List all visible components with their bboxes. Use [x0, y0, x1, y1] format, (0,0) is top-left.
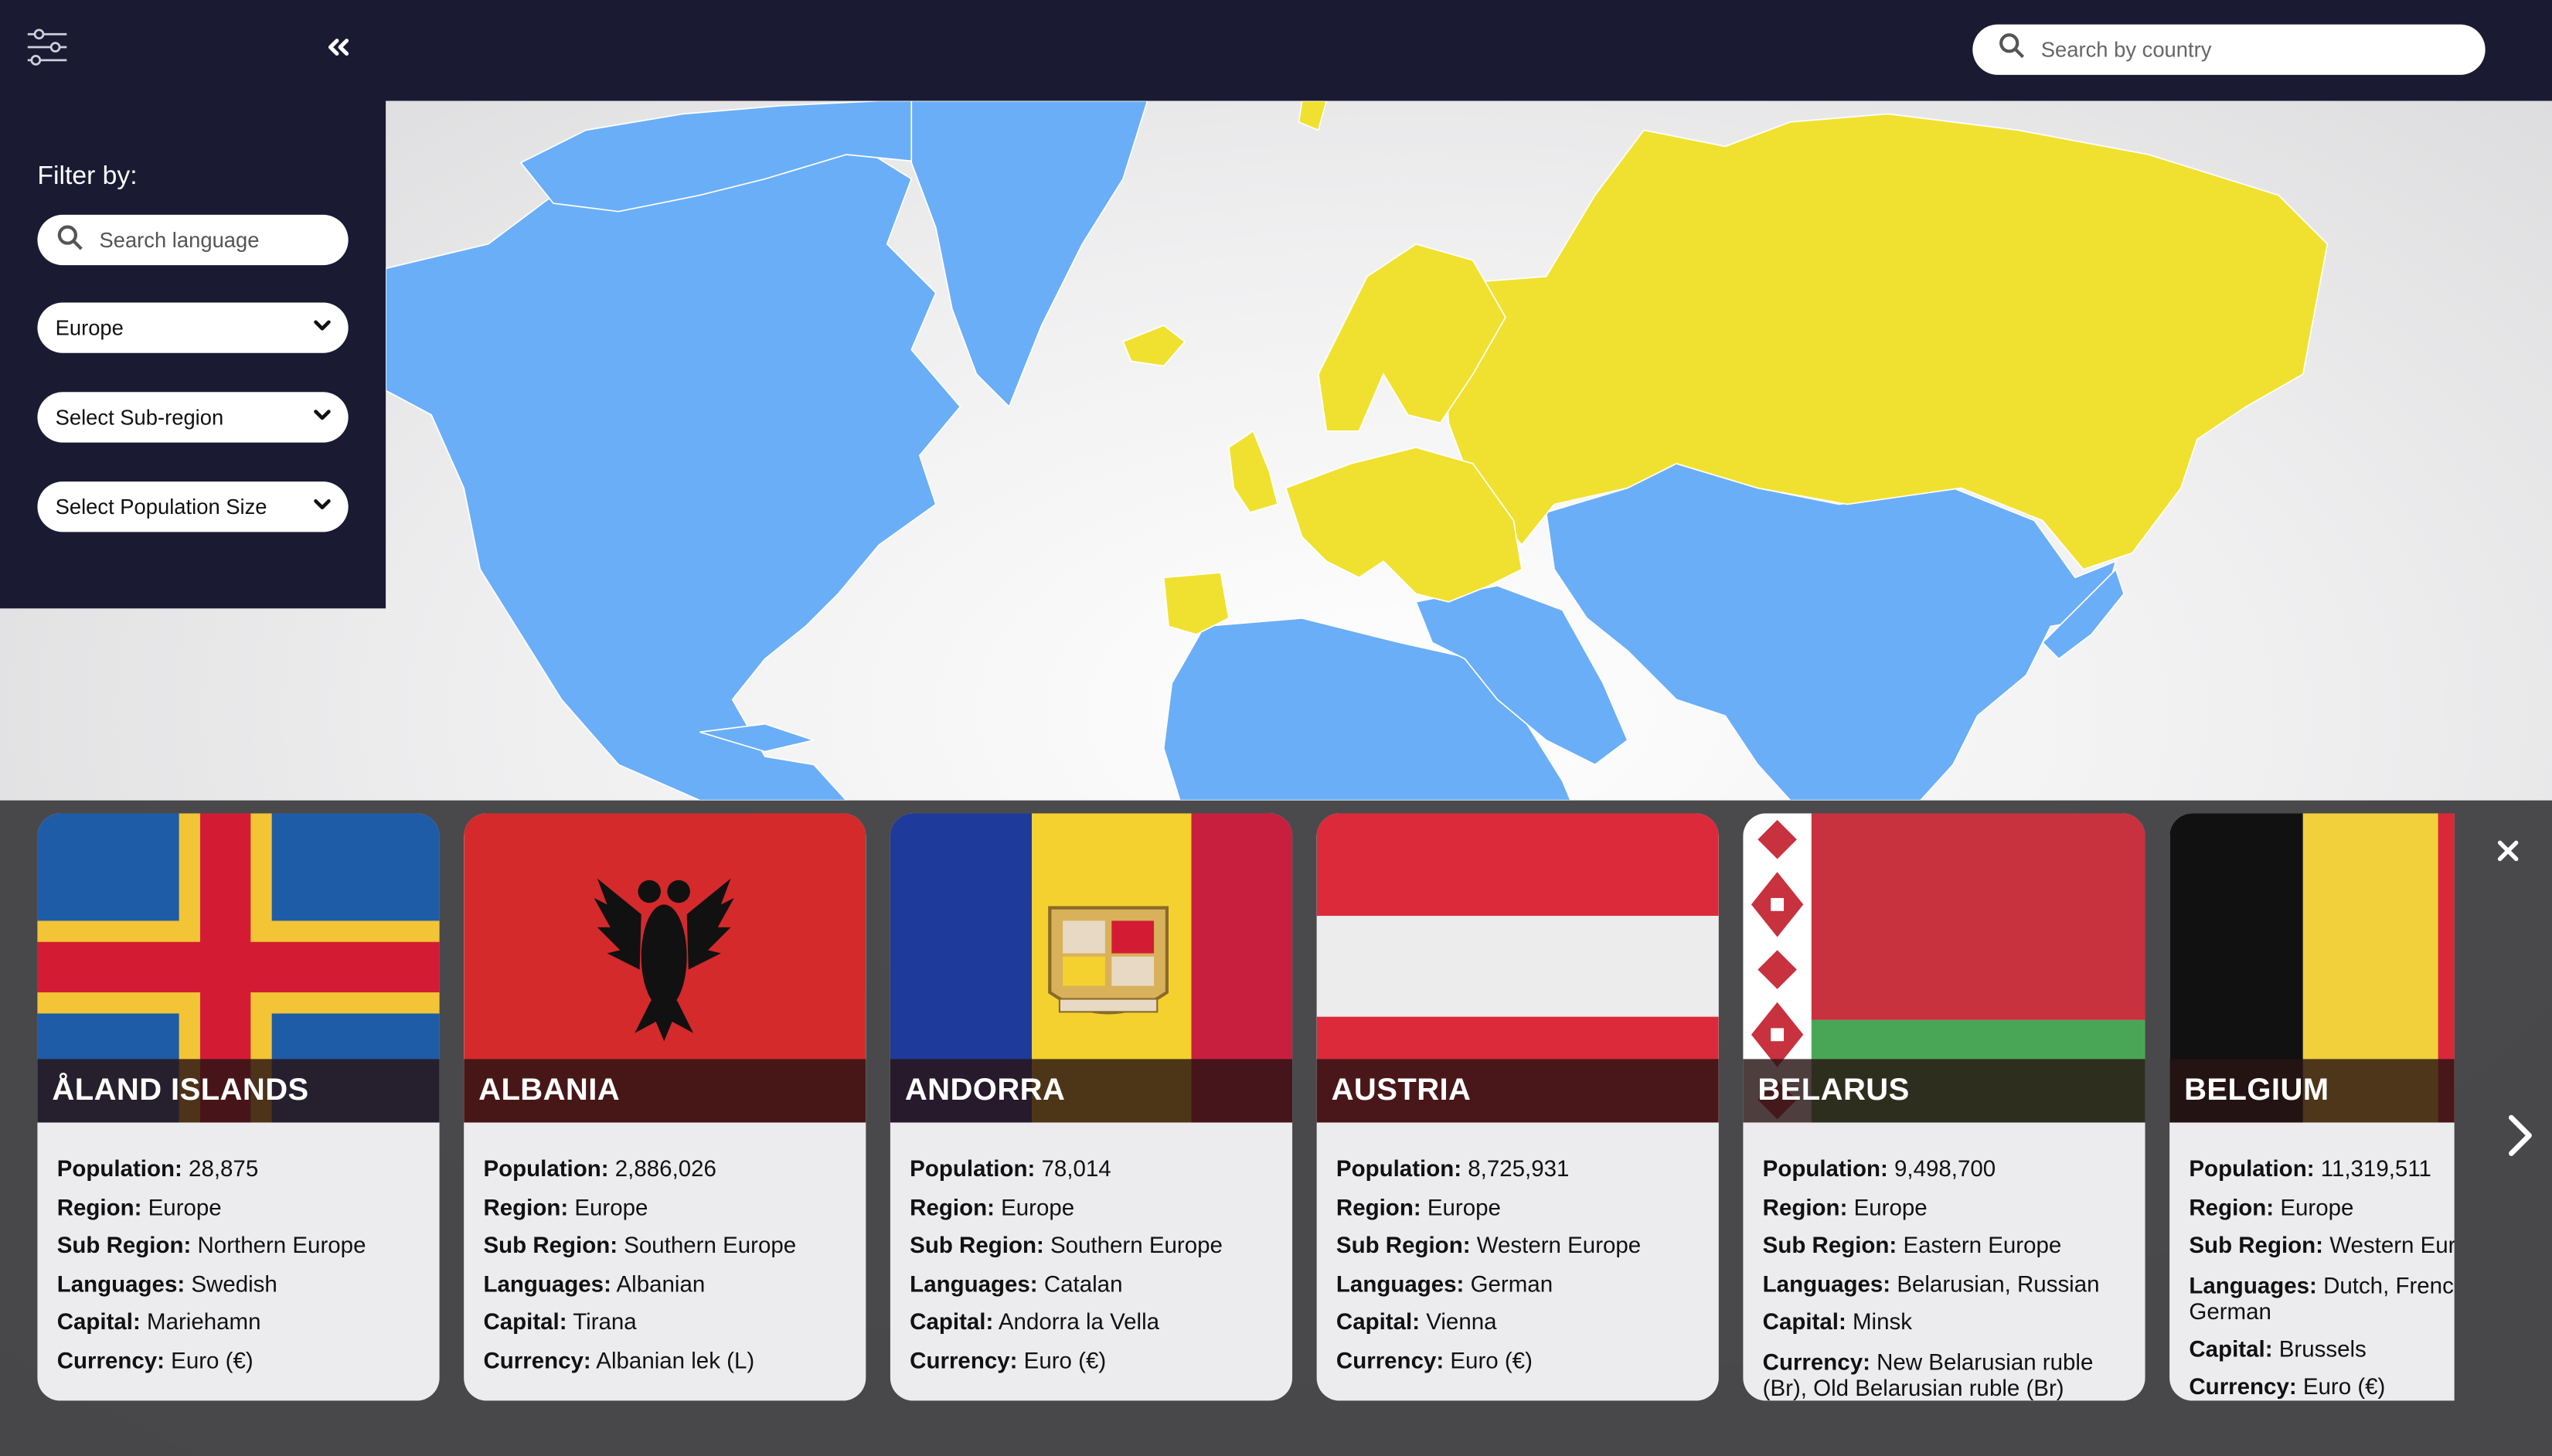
subregion-select-value: Select Sub-region: [55, 405, 224, 430]
country-card[interactable]: ALBANIA Population: 2,886,026 Region: Eu…: [464, 813, 866, 1401]
currency-value: Euro (€): [171, 1345, 253, 1373]
map-region-north-america: [385, 138, 961, 801]
chevron-down-icon: [312, 495, 332, 519]
country-info: Population: 78,014 Region: Europe Sub Re…: [910, 1155, 1223, 1373]
languages-value: Catalan: [1043, 1269, 1123, 1296]
capital-value: Vienna: [1426, 1308, 1497, 1335]
country-search-input[interactable]: [2040, 37, 2465, 62]
country-name: ALBANIA: [464, 1059, 866, 1123]
subregion-value: Southern Europe: [1050, 1231, 1223, 1258]
capital-value: Mariehamn: [147, 1308, 261, 1335]
country-card[interactable]: BELARUS Population: 9,498,700 Region: Eu…: [1743, 813, 2145, 1401]
close-icon[interactable]: [2493, 836, 2523, 866]
capital-value: Andorra la Vella: [998, 1308, 1160, 1335]
country-card[interactable]: AUSTRIA Population: 8,725,931 Region: Eu…: [1316, 813, 1719, 1401]
capital-value: Minsk: [1852, 1308, 1912, 1335]
country-search-box[interactable]: [1972, 24, 2486, 75]
region-value: Europe: [1853, 1193, 1928, 1220]
country-name: BELARUS: [1743, 1059, 2145, 1123]
language-search-input[interactable]: [99, 227, 328, 253]
population-value: 8,725,931: [1468, 1155, 1570, 1182]
search-icon: [1999, 32, 2025, 66]
cards-carousel: ÅLAND ISLANDS Population: 28,875 Region:…: [0, 801, 2455, 1456]
filter-sidebar: Filter by: Europe Select Sub-region Sele…: [0, 100, 386, 609]
population-value: 78,014: [1041, 1155, 1111, 1182]
chevron-down-icon: [312, 315, 332, 340]
population-select-value: Select Population Size: [55, 494, 267, 519]
population-value: 11,319,511: [2320, 1155, 2431, 1182]
map-region-iceland: [1121, 325, 1186, 367]
country-card[interactable]: ANDORRA Population: 78,014 Region: Europ…: [890, 813, 1293, 1401]
country-card[interactable]: ÅLAND ISLANDS Population: 28,875 Region:…: [37, 813, 440, 1401]
region-value: Europe: [148, 1193, 222, 1220]
population-value: 28,875: [189, 1155, 259, 1182]
country-info: Population: 8,725,931 Region: Europe Sub…: [1336, 1155, 1642, 1373]
country-name: AUSTRIA: [1316, 1059, 1719, 1123]
sliders-icon[interactable]: [22, 22, 71, 71]
country-info: Population: 9,498,700 Region: Europe Sub…: [1762, 1155, 2100, 1400]
population-value: 9,498,700: [1894, 1155, 1996, 1182]
region-value: Europe: [1001, 1193, 1075, 1220]
search-icon: [57, 224, 83, 255]
chevron-right-icon[interactable]: [2499, 1110, 2541, 1162]
subregion-select[interactable]: Select Sub-region: [37, 392, 349, 443]
country-name: ÅLAND ISLANDS: [37, 1059, 440, 1123]
region-value: Europe: [2280, 1193, 2354, 1220]
population-select[interactable]: Select Population Size: [37, 481, 349, 532]
languages-value: Albanian: [616, 1269, 706, 1296]
subregion-value: Western Europe: [2329, 1231, 2455, 1258]
country-cards-panel: ÅLAND ISLANDS Population: 28,875 Region:…: [0, 800, 2552, 1456]
double-chevron-left-icon[interactable]: [322, 31, 355, 63]
chevron-down-icon: [312, 405, 332, 430]
subregion-value: Eastern Europe: [1903, 1231, 2062, 1258]
population-value: 2,886,026: [614, 1155, 716, 1182]
country-info: Population: 11,319,511 Region: Europe Su…: [2189, 1150, 2454, 1400]
languages-value: Swedish: [191, 1269, 277, 1296]
country-info: Population: 2,886,026 Region: Europe Sub…: [483, 1155, 797, 1373]
map-region-arctic-europe: [1298, 100, 1328, 131]
subregion-value: Southern Europe: [624, 1231, 797, 1258]
currency-value: Euro (€): [2302, 1373, 2386, 1400]
country-name: ANDORRA: [890, 1059, 1293, 1123]
region-select-value: Europe: [55, 315, 124, 340]
currency-value: Albanian lek (L): [596, 1345, 755, 1373]
country-info: Population: 28,875 Region: Europe Sub Re…: [56, 1155, 366, 1373]
currency-value: Euro (€): [1023, 1345, 1107, 1373]
region-value: Europe: [1427, 1193, 1501, 1220]
subregion-value: Western Europe: [1476, 1231, 1642, 1258]
currency-value: Euro (€): [1450, 1345, 1533, 1373]
capital-value: Tirana: [573, 1308, 637, 1335]
region-select[interactable]: Europe: [37, 302, 349, 353]
languages-value: Belarusian, Russian: [1897, 1269, 2100, 1296]
map-region-british-isles: [1228, 430, 1279, 514]
region-value: Europe: [574, 1193, 648, 1220]
filter-title: Filter by:: [37, 162, 138, 191]
top-bar: [0, 0, 2552, 101]
subregion-value: Northern Europe: [197, 1231, 366, 1258]
language-search-box[interactable]: [37, 214, 349, 266]
country-card[interactable]: BELGIUM Population: 11,319,511 Region: E…: [2169, 813, 2455, 1401]
capital-value: Brussels: [2278, 1335, 2367, 1361]
map-region-greenland: [910, 100, 1148, 408]
country-name: BELGIUM: [2169, 1059, 2455, 1123]
languages-value: German: [1470, 1269, 1553, 1296]
